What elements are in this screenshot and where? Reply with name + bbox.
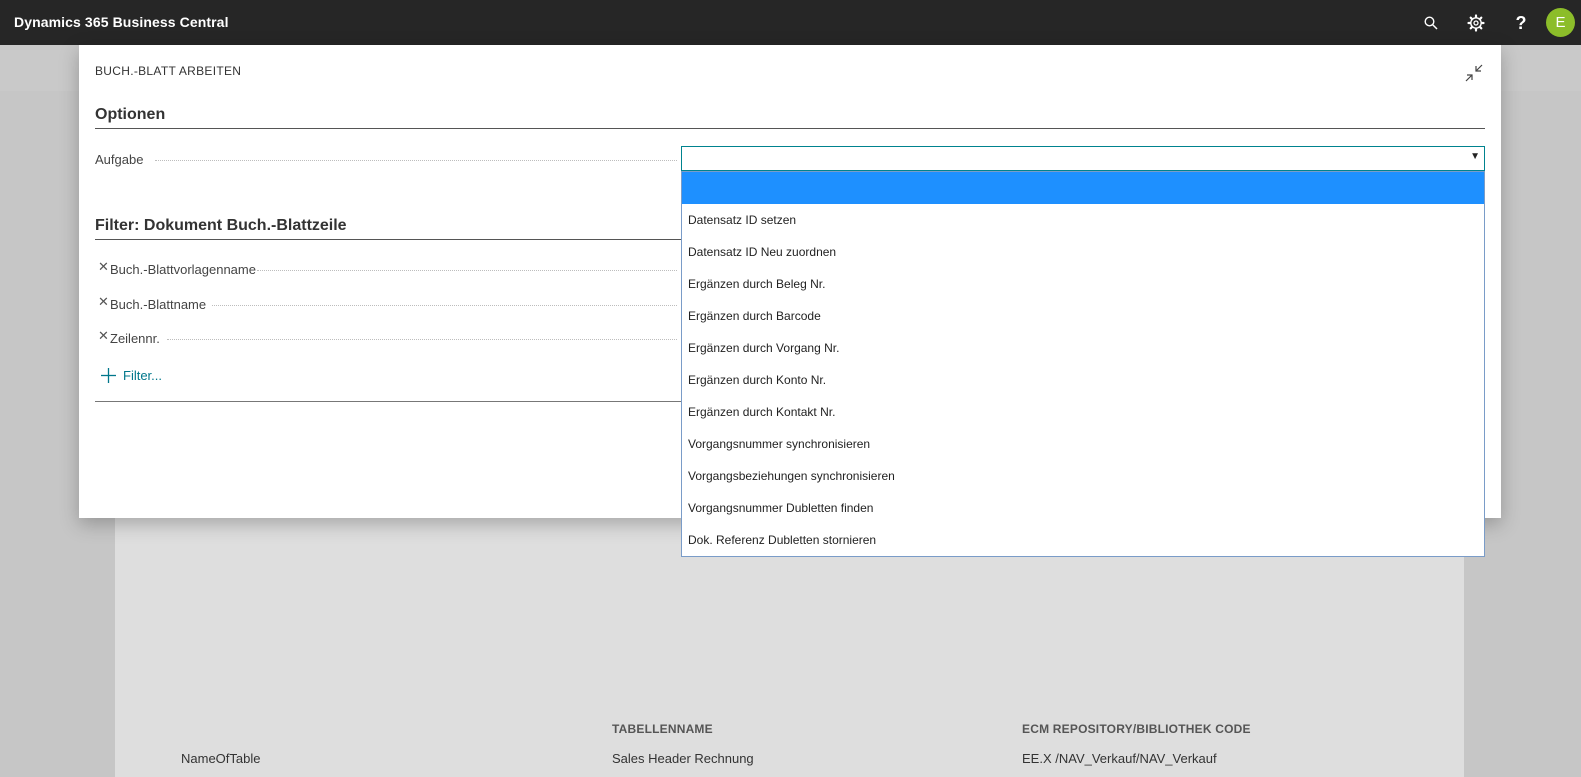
task-field-label: Aufgabe	[95, 152, 144, 167]
dialog-title: BUCH.-BLATT ARBEITEN	[95, 64, 242, 78]
task-option-empty[interactable]	[682, 172, 1484, 204]
filter-leader	[167, 339, 677, 340]
table-cell-table-name: Sales Header Rechnung	[612, 751, 754, 766]
top-bar: Dynamics 365 Business Central ? E	[0, 0, 1581, 45]
question-icon[interactable]: ?	[1508, 10, 1534, 36]
column-header-ecm-repository: ECM REPOSITORY/BIBLIOTHEK CODE	[1022, 722, 1251, 736]
plus-icon	[101, 368, 116, 383]
filter-section-title: Filter: Dokument Buch.-Blattzeile	[95, 217, 347, 234]
task-option[interactable]: Ergänzen durch Vorgang Nr.	[682, 332, 1484, 364]
close-icon[interactable]: ✕	[98, 259, 109, 275]
search-icon[interactable]	[1418, 10, 1444, 36]
avatar[interactable]: E	[1546, 8, 1575, 37]
task-option[interactable]: Ergänzen durch Barcode	[682, 300, 1484, 332]
add-filter-label: Filter...	[123, 368, 163, 383]
app-title: Dynamics 365 Business Central	[14, 14, 229, 30]
column-header-table-name: TABELLENNAME	[612, 722, 713, 736]
collapse-icon[interactable]	[1463, 62, 1485, 84]
filter-leader	[257, 270, 677, 271]
task-option[interactable]: Ergänzen durch Konto Nr.	[682, 364, 1484, 396]
options-section-title: Optionen	[95, 106, 166, 123]
filter-label-line-no: Zeilennr.	[110, 331, 160, 346]
filter-label-batch-name: Buch.-Blattname	[110, 297, 207, 312]
close-icon[interactable]: ✕	[98, 328, 109, 344]
task-option[interactable]: Vorgangsnummer synchronisieren	[682, 428, 1484, 460]
filter-section-divider	[95, 239, 695, 240]
options-section-divider	[95, 128, 1485, 129]
table-cell-repository: EE.X /NAV_Verkauf/NAV_Verkauf	[1022, 751, 1217, 766]
filter-leader	[212, 305, 677, 306]
table-cell-name: NameOfTable	[181, 751, 261, 766]
task-option[interactable]: Datensatz ID setzen	[682, 204, 1484, 236]
task-option[interactable]: Ergänzen durch Kontakt Nr.	[682, 396, 1484, 428]
add-filter-button[interactable]: Filter...	[101, 368, 162, 383]
task-select[interactable]: ▼	[681, 146, 1485, 171]
task-dropdown-list[interactable]: Datensatz ID setzen Datensatz ID Neu zuo…	[681, 171, 1485, 557]
dropdown-arrow-icon: ▼	[1470, 151, 1480, 162]
task-option[interactable]: Ergänzen durch Beleg Nr.	[682, 268, 1484, 300]
task-option[interactable]: Dok. Referenz Dubletten stornieren	[682, 524, 1484, 556]
task-field-leader	[155, 160, 677, 161]
task-option[interactable]: Vorgangsnummer Dubletten finden	[682, 492, 1484, 524]
filter-bottom-divider	[95, 401, 695, 402]
task-option[interactable]: Vorgangsbeziehungen synchronisieren	[682, 460, 1484, 492]
close-icon[interactable]: ✕	[98, 294, 109, 310]
gear-icon[interactable]	[1463, 10, 1489, 36]
task-option[interactable]: Datensatz ID Neu zuordnen	[682, 236, 1484, 268]
filter-label-template-name: Buch.-Blattvorlagenname	[110, 262, 256, 277]
